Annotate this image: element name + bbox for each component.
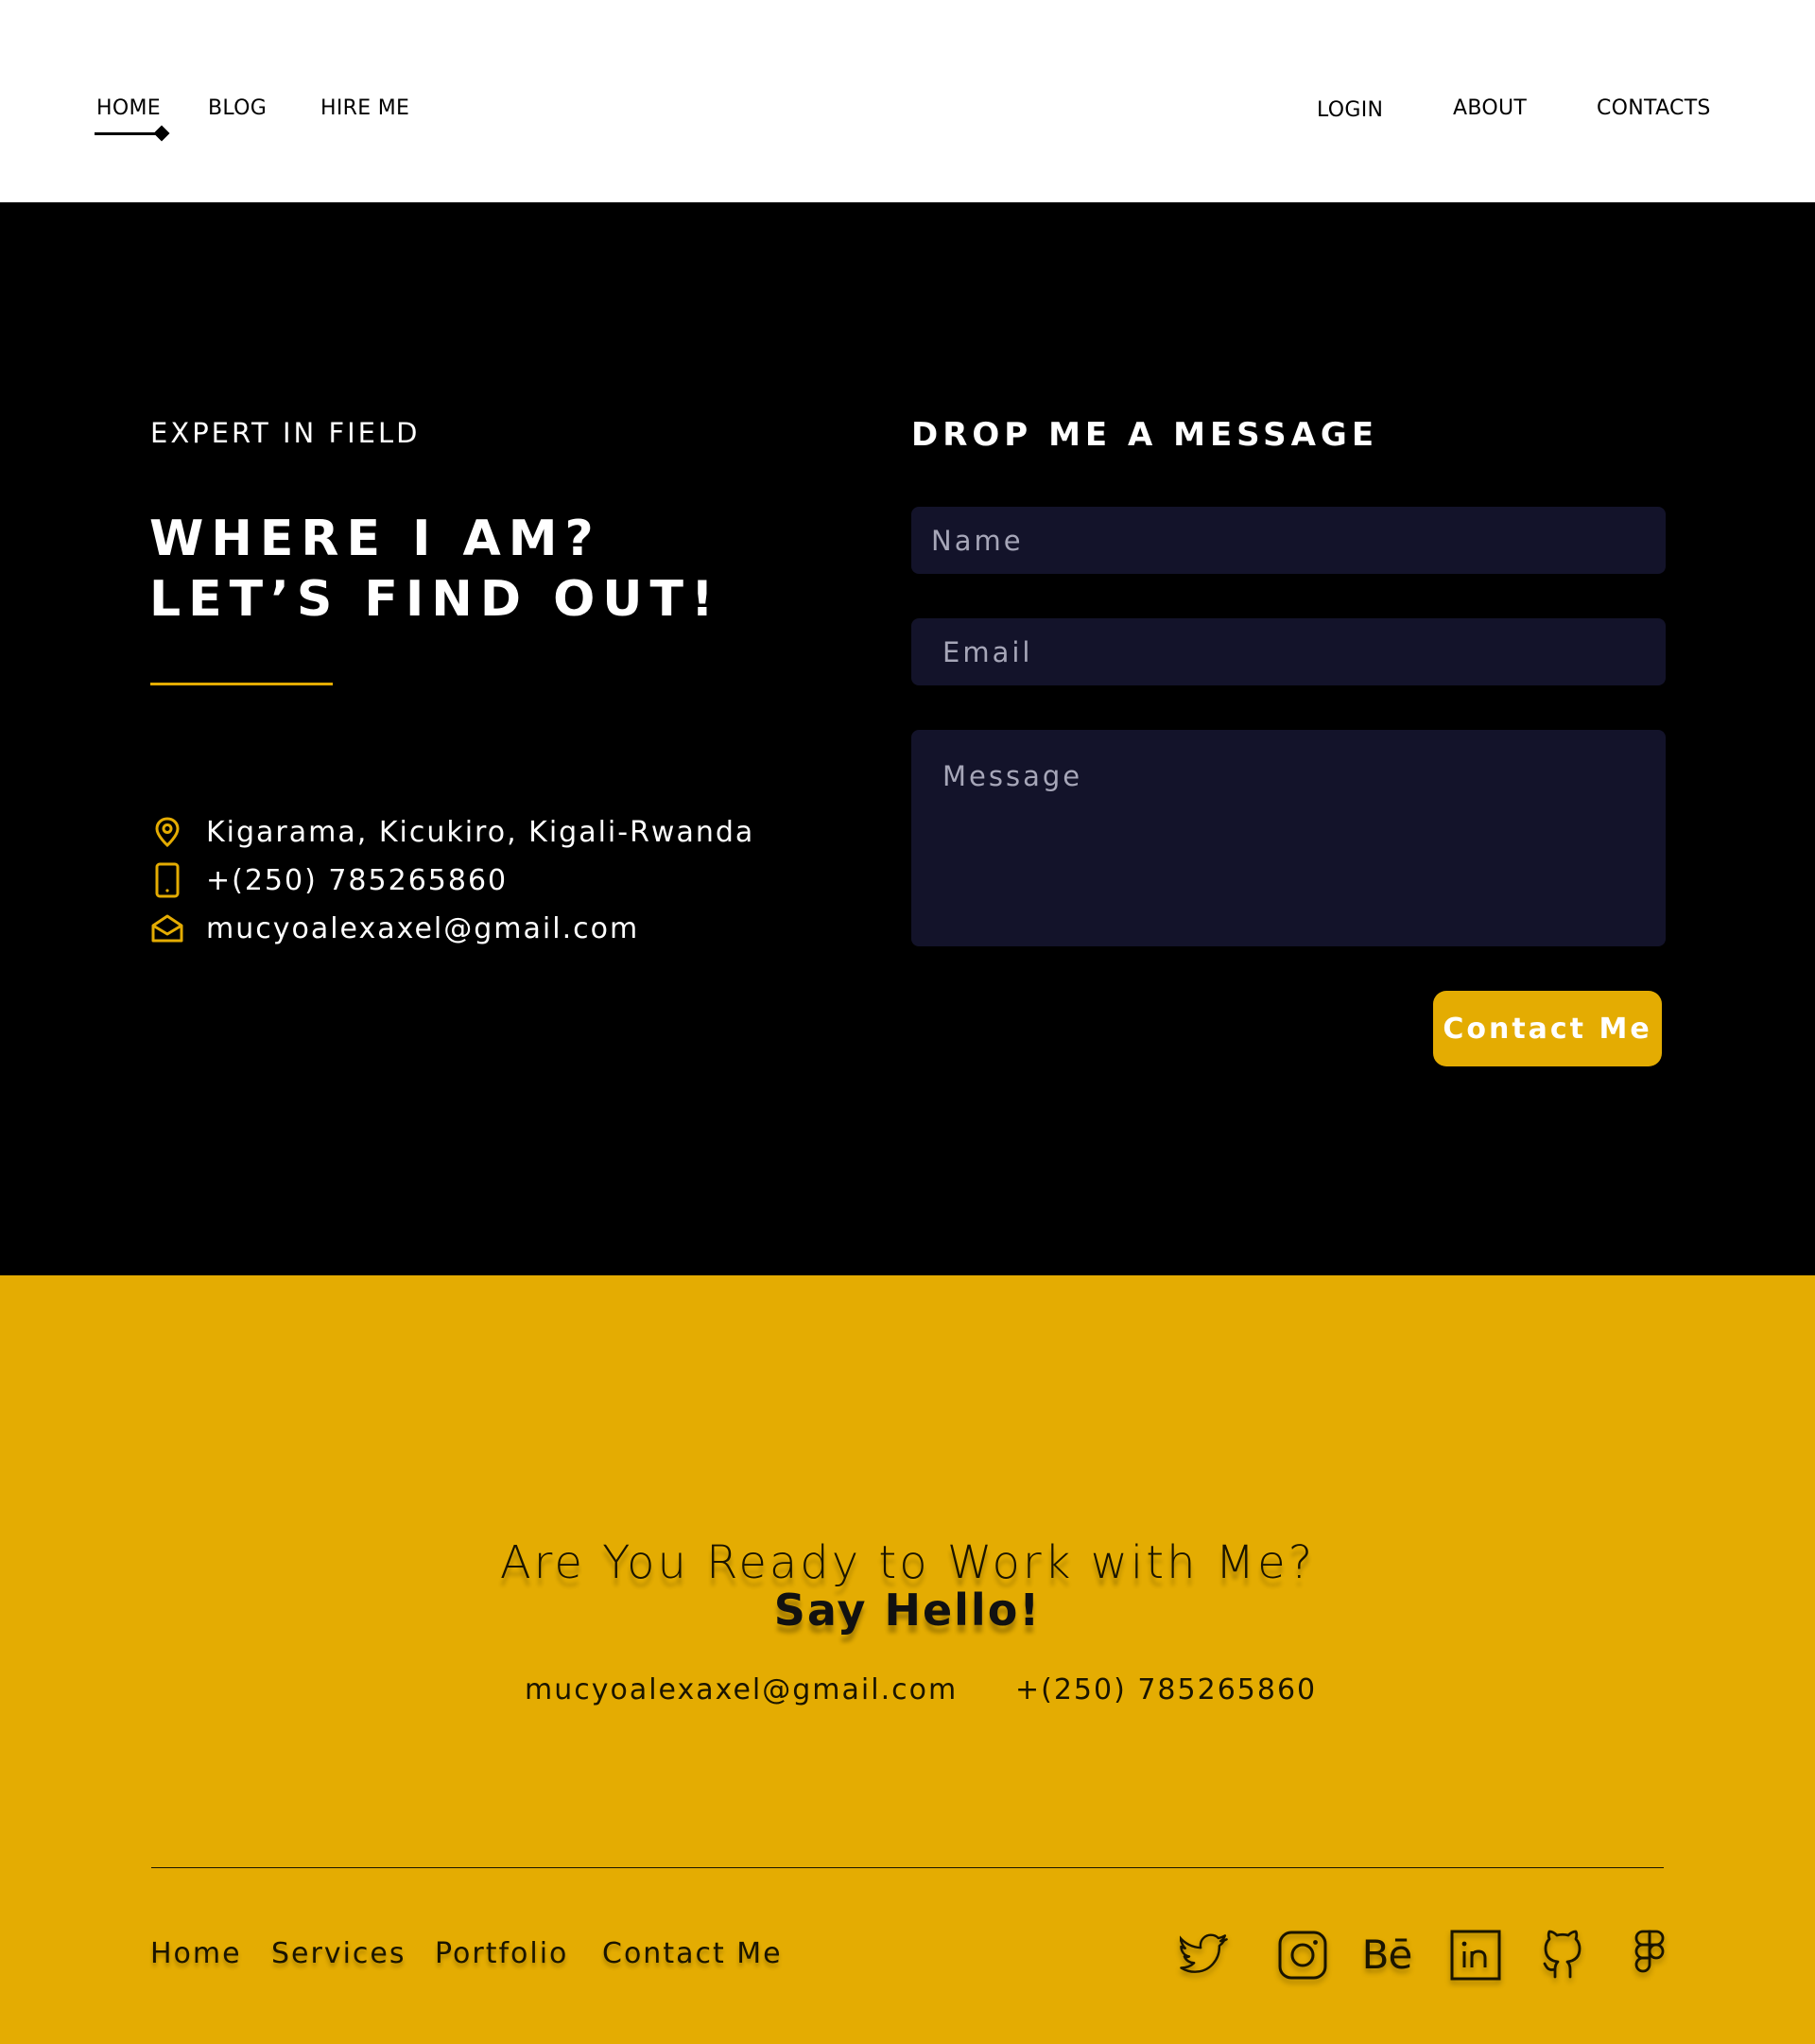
headline-line-1: WHERE I AM? — [149, 511, 601, 567]
footer-email-link[interactable]: mucyoalexaxel@gmail.com — [525, 1673, 958, 1706]
contact-section: EXPERT IN FIELD WHERE I AM? LET’S FIND O… — [0, 202, 1815, 1275]
linkedin-icon[interactable] — [1448, 1928, 1503, 1983]
footer-services-link[interactable]: Services — [271, 1937, 406, 1970]
contact-me-button[interactable]: Contact Me — [1433, 991, 1662, 1066]
top-nav-bar: HOME BLOG HIRE ME LOGIN ABOUT CONTACTS — [0, 0, 1815, 202]
phone-row: +(250) 785265860 — [150, 861, 508, 899]
headline-divider — [150, 683, 333, 685]
twitter-icon[interactable] — [1180, 1928, 1235, 1983]
name-input[interactable] — [911, 507, 1666, 574]
address-text: Kigarama, Kicukiro, Kigali-Rwanda — [206, 815, 755, 849]
footer-home-link[interactable]: Home — [150, 1937, 242, 1970]
footer-divider — [151, 1867, 1664, 1868]
message-textarea[interactable] — [911, 730, 1666, 946]
nav-about-link[interactable]: ABOUT — [1453, 96, 1527, 120]
email-text[interactable]: mucyoalexaxel@gmail.com — [206, 912, 639, 945]
behance-icon[interactable]: Bē — [1359, 1928, 1414, 1983]
footer-contact-me-link[interactable]: Contact Me — [602, 1937, 783, 1970]
nav-blog-link[interactable]: BLOG — [208, 96, 267, 120]
phone-text: +(250) 785265860 — [206, 863, 509, 897]
location-pin-icon — [150, 815, 184, 849]
active-nav-diamond — [153, 125, 170, 142]
github-icon[interactable] — [1535, 1928, 1590, 1983]
behance-glyph: Bē — [1361, 1931, 1413, 1978]
mobile-phone-icon — [150, 862, 184, 898]
nav-login-link[interactable]: LOGIN — [1317, 98, 1383, 122]
nav-home-link[interactable]: HOME — [96, 96, 161, 120]
footer-portfolio-link[interactable]: Portfolio — [435, 1937, 568, 1970]
email-row: mucyoalexaxel@gmail.com — [150, 909, 639, 947]
cta-question: Are You Ready to Work with Me? — [499, 1536, 1316, 1589]
nav-hire-me-link[interactable]: HIRE ME — [320, 96, 409, 120]
figma-icon[interactable] — [1622, 1928, 1677, 1983]
envelope-open-icon — [150, 911, 184, 945]
address-row: Kigarama, Kicukiro, Kigali-Rwanda — [150, 813, 754, 851]
footer-phone-link[interactable]: +(250) 785265860 — [1015, 1673, 1317, 1706]
section-headline: WHERE I AM? LET’S FIND OUT! — [149, 509, 721, 630]
form-title: DROP ME A MESSAGE — [911, 416, 1379, 454]
headline-line-2: LET’S FIND OUT! — [149, 571, 721, 628]
nav-contacts-link[interactable]: CONTACTS — [1597, 96, 1711, 120]
section-eyebrow: EXPERT IN FIELD — [150, 417, 421, 449]
email-input[interactable] — [911, 618, 1666, 685]
instagram-icon[interactable] — [1275, 1928, 1330, 1983]
footer-section: Are You Ready to Work with Me? Say Hello… — [0, 1275, 1815, 2044]
cta-say-hello: Say Hello! — [773, 1585, 1042, 1636]
